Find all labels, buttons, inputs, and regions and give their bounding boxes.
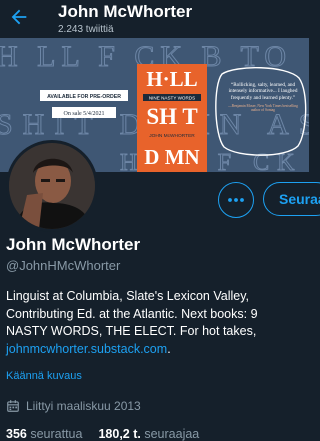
joined-text: Liittyi maaliskuu 2013 [26,399,141,413]
onsale-label: On sale 5/4/2021 [64,111,105,117]
book-subtitle: NINE NASTY WORDS [149,96,195,101]
book-title-2: SH T [146,104,197,129]
top-bar: John McWhorter 2.243 twiittiä [0,0,309,38]
banner-quote-attribution: —Benjamin Moser, New York Times bestsell… [228,103,298,113]
following-count: 356 [6,427,27,441]
tweet-count: 2.243 twiittiä [58,24,114,35]
book-title-3: D MN [144,145,199,169]
book-title-1: H·LL [146,67,197,91]
following-label: seurattua [30,427,83,441]
profile-bio: Linguist at Columbia, Slate's Lexicon Va… [6,288,306,358]
profile-handle: @JohnHMcWhorter [6,258,121,273]
bio-link-suffix: . [167,341,171,356]
bio-link-line: johnmcwhorter.substack.com. [6,341,306,359]
bio-line: NASTY WORDS, THE ELECT. For hot takes, [6,324,257,338]
follow-stats: 356 seurattua 180,2 t. seuraajaa [6,427,199,441]
joined-date: Liittyi maaliskuu 2013 [6,399,141,413]
translate-bio-link[interactable]: Käännä kuvaus [6,370,82,382]
avatar[interactable] [6,140,98,232]
bio-line: Linguist at Columbia, Slate's Lexicon Va… [6,289,250,303]
preorder-label: AVAILABLE FOR PRE-ORDER [47,94,121,100]
more-horizontal-icon [228,198,244,202]
following-stat[interactable]: 356 seurattua [6,427,82,441]
followers-count: 180,2 t. [98,427,141,441]
more-options-button[interactable] [218,182,254,218]
banner-quote: “Rollicking, salty, learned, and intense… [228,82,298,101]
header-title: John McWhorter [58,2,193,21]
followers-stat[interactable]: 180,2 t. seuraajaa [98,427,199,441]
follow-button[interactable]: Seuraa [263,182,320,216]
back-arrow-icon[interactable] [8,6,30,28]
profile-name: John McWhorter [6,235,141,254]
bio-link[interactable]: johnmcwhorter.substack.com [6,342,167,356]
book-author: JOHN McWHORTER [149,133,195,139]
followers-label: seuraajaa [144,427,200,441]
calendar-icon [7,400,19,412]
bio-line: Contributing Ed. at the Atlantic. Next b… [6,306,258,321]
